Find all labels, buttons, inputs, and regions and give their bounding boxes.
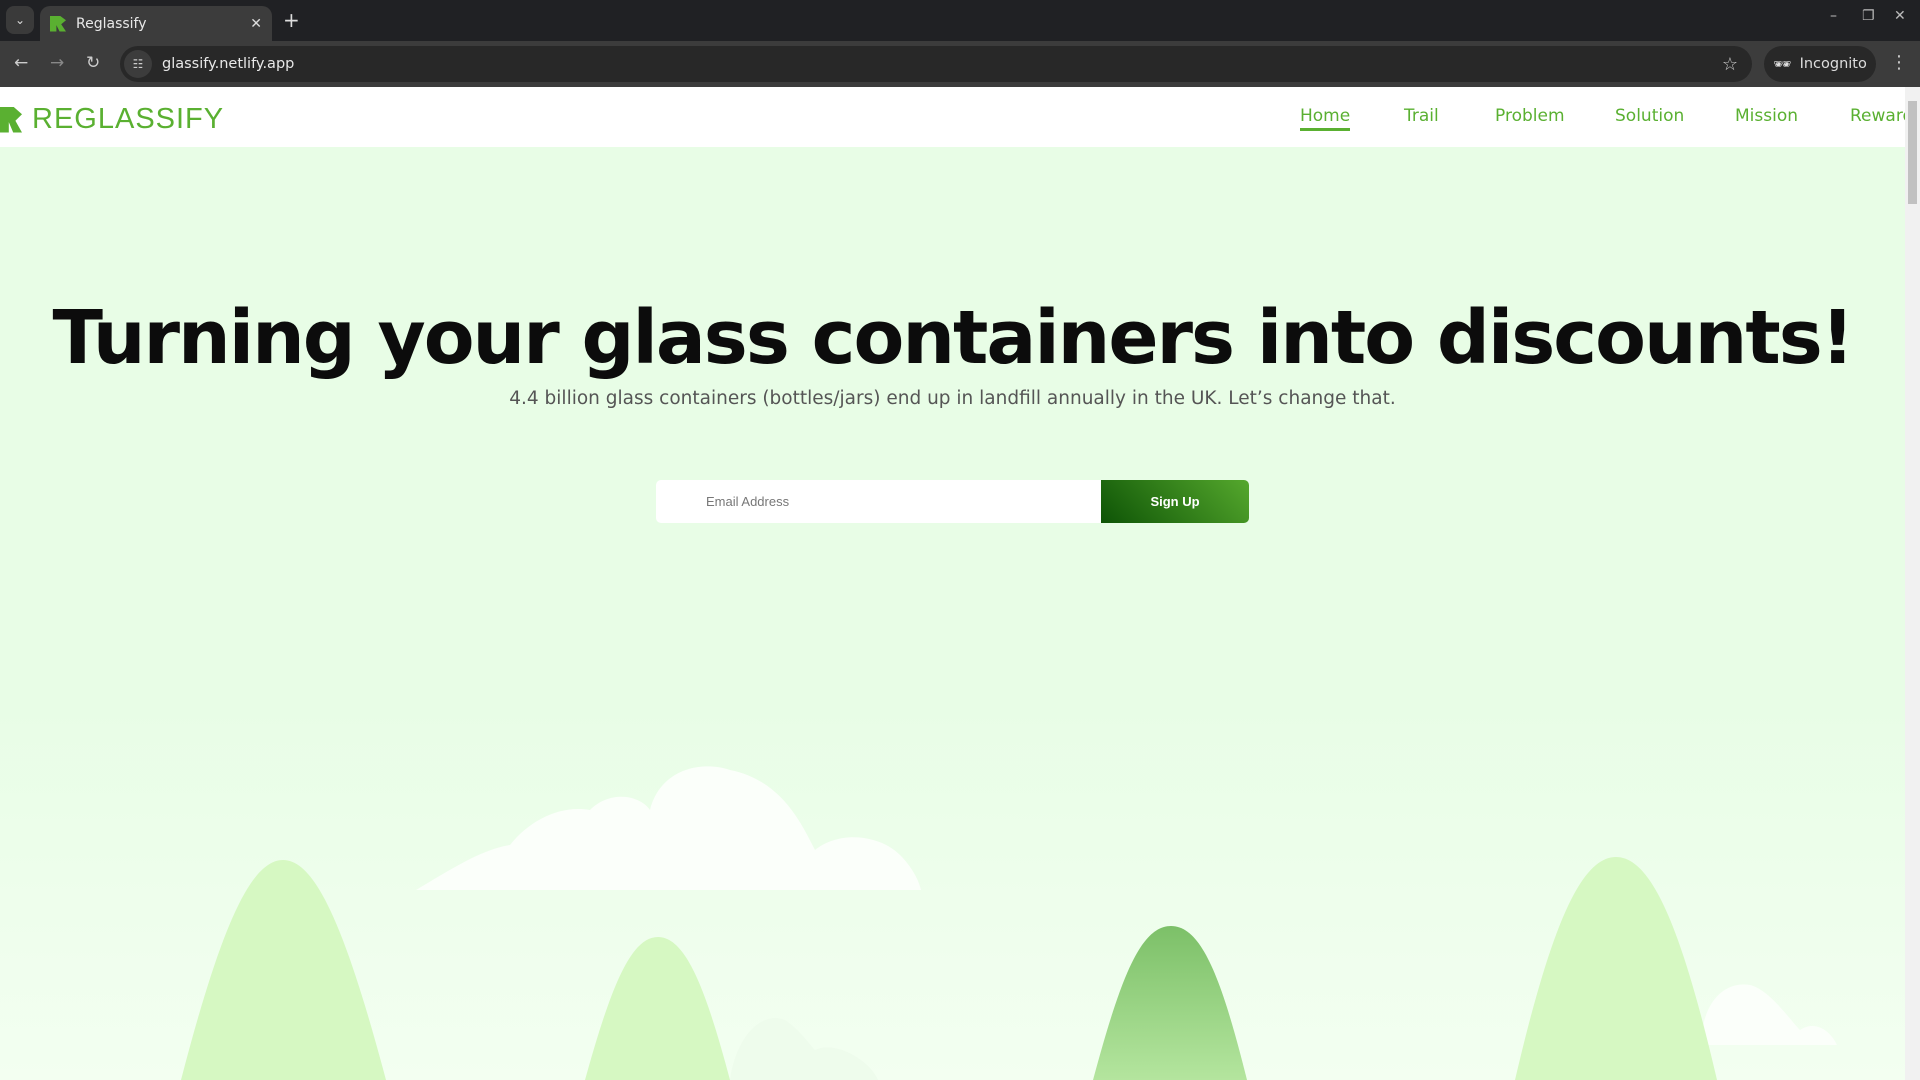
address-bar[interactable]: ☷ glassify.netlify.app ☆ (120, 46, 1752, 82)
nav-home[interactable]: Home (1300, 106, 1351, 131)
tab-search-button[interactable]: ⌄ (6, 6, 34, 34)
logo-text: REGLASSIFY (32, 103, 225, 135)
incognito-badge[interactable]: 🕶 Incognito (1764, 46, 1876, 82)
forward-icon[interactable]: → (50, 53, 64, 73)
scrollbar-thumb[interactable] (1908, 101, 1917, 204)
browser-tab-bar: ⌄ Reglassify ✕ + – ❐ ✕ (0, 0, 1920, 41)
back-icon[interactable]: ← (14, 53, 28, 73)
close-tab-icon[interactable]: ✕ (250, 16, 262, 32)
nav-problem[interactable]: Problem (1495, 106, 1565, 126)
close-window-icon[interactable]: ✕ (1894, 8, 1906, 24)
logo-mark-icon (0, 106, 22, 133)
new-tab-icon[interactable]: + (283, 8, 300, 32)
minimize-icon[interactable]: – (1830, 8, 1837, 24)
hero-title: Turning your glass containers into disco… (52, 295, 1855, 381)
favicon-icon (50, 15, 66, 32)
restore-icon[interactable]: ❐ (1862, 8, 1875, 24)
site-settings-icon[interactable]: ☷ (124, 50, 152, 78)
email-input[interactable] (656, 480, 1102, 523)
reload-icon[interactable]: ↻ (86, 53, 100, 73)
page-scrollbar[interactable] (1905, 87, 1920, 1080)
nav-trail[interactable]: Trail (1404, 106, 1439, 126)
browser-menu-icon[interactable]: ⋮ (1890, 52, 1908, 73)
hills-illustration (0, 700, 1905, 1080)
browser-toolbar: ← → ↻ ☷ glassify.netlify.app ☆ 🕶 Incognit… (0, 41, 1920, 87)
incognito-icon: 🕶 (1773, 56, 1792, 73)
logo[interactable]: REGLASSIFY (0, 103, 224, 136)
incognito-label: Incognito (1799, 56, 1867, 72)
sign-up-button[interactable]: Sign Up (1101, 480, 1249, 523)
hero-subtitle: 4.4 billion glass containers (bottles/ja… (509, 388, 1396, 409)
browser-tab[interactable]: Reglassify ✕ (40, 6, 272, 41)
nav-mission[interactable]: Mission (1735, 106, 1798, 126)
bookmark-star-icon[interactable]: ☆ (1722, 54, 1738, 75)
nav-solution[interactable]: Solution (1615, 106, 1684, 126)
tab-title: Reglassify (76, 15, 147, 32)
url-text[interactable]: glassify.netlify.app (162, 56, 1722, 72)
site-header: REGLASSIFY Home Trail Problem Solution M… (0, 87, 1913, 147)
nav-reward[interactable]: Reward (1850, 106, 1913, 126)
